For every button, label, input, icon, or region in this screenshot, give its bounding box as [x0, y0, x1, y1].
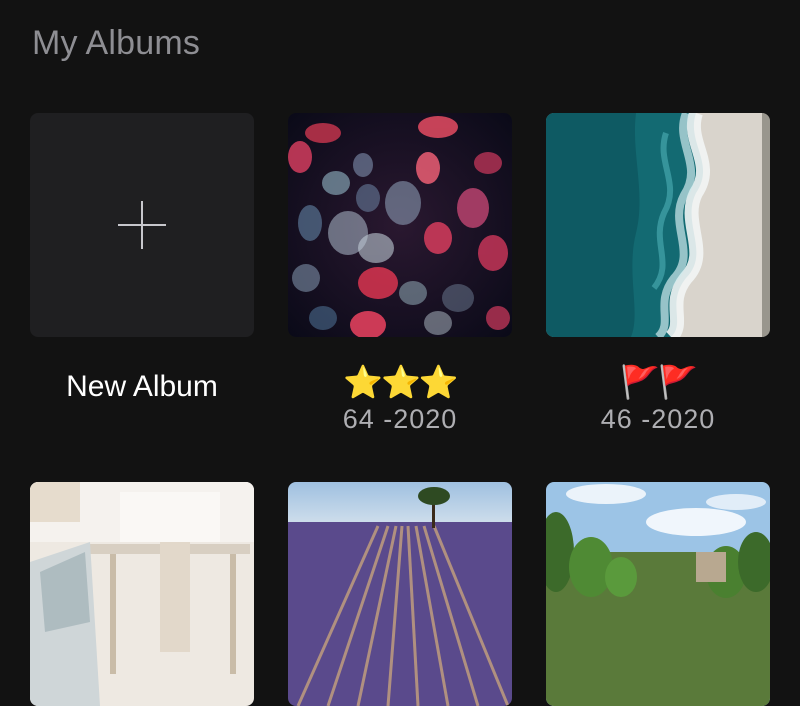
- album-meta-jellyfish: 64 -2020: [342, 404, 458, 434]
- jellyfish-image: [288, 113, 512, 337]
- album-thumbnail-street[interactable]: [546, 482, 770, 706]
- album-thumbnail-ocean[interactable]: [546, 113, 770, 337]
- album-thumbnail-jellyfish[interactable]: [288, 113, 512, 337]
- flag-badge: 🚩🚩: [620, 364, 698, 400]
- star-rating-badge: ⭐⭐⭐: [343, 364, 459, 400]
- white-room-image: [30, 482, 254, 706]
- album-meta-ocean: 46 -2020: [600, 404, 716, 434]
- album-thumbnail-lavender[interactable]: [288, 482, 512, 706]
- new-album-label: New Album: [66, 370, 218, 403]
- album-grid: New Album ⭐⭐⭐ 64 -2020 🚩🚩 46 -2020: [0, 0, 800, 706]
- new-album-button[interactable]: [30, 113, 254, 337]
- lavender-field-image: [288, 482, 512, 706]
- ocean-shore-image: [546, 113, 770, 337]
- album-thumbnail-room[interactable]: [30, 482, 254, 706]
- plus-icon: [118, 201, 166, 249]
- tree-lined-street-image: [546, 482, 770, 706]
